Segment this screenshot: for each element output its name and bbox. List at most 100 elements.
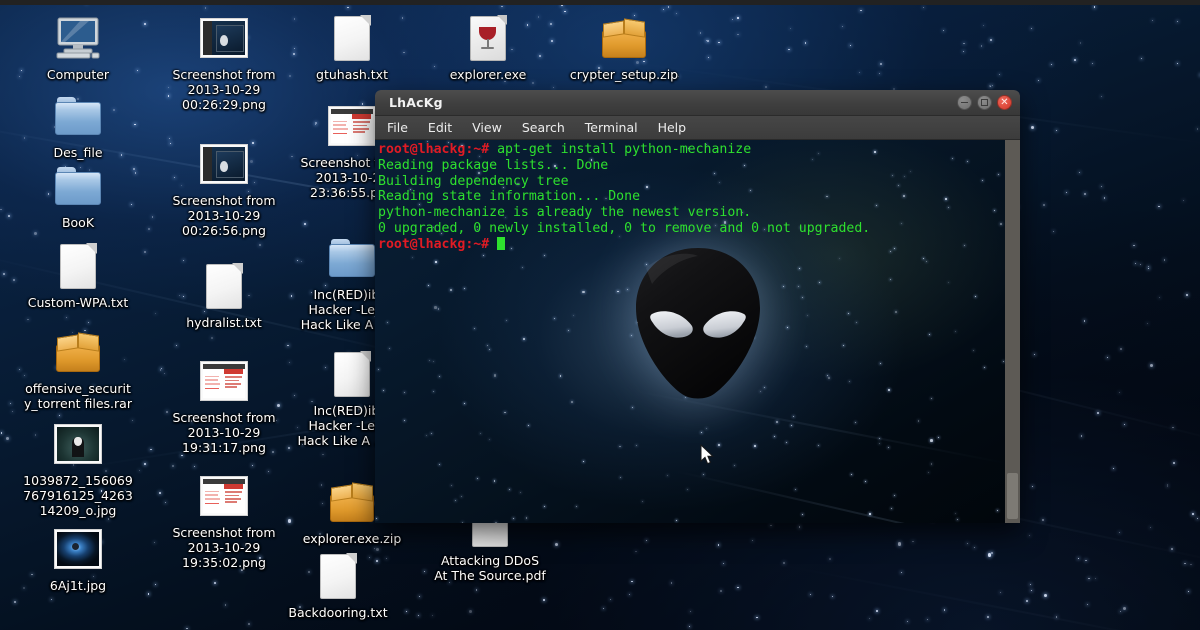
top-panel[interactable] <box>0 0 1200 5</box>
desktop-icon[interactable]: Screenshot from 2013-10-29 00:26:29.png <box>168 14 280 112</box>
desktop-icon-label: hydralist.txt <box>186 315 262 330</box>
desktop-icon[interactable]: Custom-WPA.txt <box>22 242 134 310</box>
desktop-icon-label: offensive_security_torrent files.rar <box>22 381 134 411</box>
desktop[interactable]: Computer Des_file BooK Custom-WPA.txt offens… <box>0 0 1200 630</box>
desktop-icon[interactable]: gtuhash.txt <box>296 14 408 82</box>
image-icon <box>200 140 248 188</box>
document-icon <box>200 262 248 310</box>
window-controls: ✕ <box>957 95 1012 110</box>
desktop-icon-label: Attacking DDoS At The Source.pdf <box>434 553 546 583</box>
desktop-icon-label: Screenshot from 2013-10-29 00:26:29.png <box>168 67 280 112</box>
image-icon <box>328 102 376 150</box>
image-thumbnail-icon <box>200 476 248 516</box>
window-titlebar[interactable]: LhAcKg ✕ <box>375 90 1020 116</box>
document-icon <box>334 16 370 61</box>
terminal-prompt-path: :~# <box>465 142 497 157</box>
computer-icon <box>54 14 102 62</box>
desktop-icon[interactable]: 1039872_156069767916125_426314209_o.jpg <box>22 420 134 518</box>
maximize-icon[interactable] <box>977 95 992 110</box>
archive-icon <box>330 482 374 522</box>
desktop-icon-label: Screenshot from 2013-10-29 19:35:02.png <box>168 525 280 570</box>
menu-item-edit[interactable]: Edit <box>426 118 454 137</box>
folder-icon <box>54 162 102 210</box>
document-icon <box>54 242 102 290</box>
menu-item-search[interactable]: Search <box>520 118 567 137</box>
desktop-icon[interactable]: explorer.exe <box>432 14 544 82</box>
desktop-icon-label: Screenshot from 2013-10-29 19:31:17.png <box>168 410 280 455</box>
terminal-output-line: 0 upgraded, 0 newly installed, 0 to remo… <box>378 221 870 236</box>
wine-exe-icon <box>470 16 506 61</box>
terminal-window[interactable]: LhAcKg ✕ File Edit View Search Terminal … <box>375 90 1020 523</box>
image-icon <box>54 420 102 468</box>
document-icon <box>328 350 376 398</box>
document-icon <box>314 552 362 600</box>
terminal-output-line: Reading package lists... Done <box>378 158 608 173</box>
wine-exe-icon <box>464 14 512 62</box>
terminal-prompt-path: :~# <box>465 237 497 252</box>
desktop-icon-label: crypter_setup.zip <box>570 67 678 82</box>
archive-icon <box>54 328 102 376</box>
desktop-icon-label: BooK <box>62 215 94 230</box>
archive-icon <box>600 14 648 62</box>
desktop-icon[interactable]: Des_file <box>22 92 134 160</box>
desktop-icon-label: 1039872_156069767916125_426314209_o.jpg <box>22 473 134 518</box>
terminal-prompt: root@lhackg <box>378 237 465 252</box>
desktop-icon[interactable]: Backdooring.txt <box>282 552 394 620</box>
menu-item-help[interactable]: Help <box>656 118 689 137</box>
menu-item-view[interactable]: View <box>470 118 504 137</box>
desktop-icon[interactable]: BooK <box>22 162 134 230</box>
document-icon <box>206 264 242 309</box>
desktop-icon-label: Backdooring.txt <box>288 605 387 620</box>
terminal-scrollbar[interactable] <box>1005 140 1020 523</box>
folder-icon <box>328 234 376 282</box>
image-thumbnail-icon <box>200 144 248 184</box>
desktop-icon[interactable]: crypter_setup.zip <box>568 14 680 82</box>
desktop-icon[interactable]: 6Aj1t.jpg <box>22 525 134 593</box>
terminal-menubar[interactable]: File Edit View Search Terminal Help <box>375 116 1020 140</box>
wallpaper-streak <box>760 560 1200 630</box>
desktop-icon-label: 6Aj1t.jpg <box>50 578 106 593</box>
terminal-output-line: Building dependency tree <box>378 174 569 189</box>
document-icon <box>320 554 356 599</box>
archive-icon <box>56 332 100 372</box>
desktop-icon[interactable]: Screenshot from 2013-10-29 19:31:17.png <box>168 357 280 455</box>
image-thumbnail-icon <box>200 18 248 58</box>
image-icon <box>200 472 248 520</box>
menu-item-terminal[interactable]: Terminal <box>583 118 640 137</box>
document-icon <box>334 352 370 397</box>
desktop-icon[interactable]: Computer <box>22 14 134 82</box>
minimize-icon[interactable] <box>957 95 972 110</box>
desktop-icon[interactable]: offensive_security_torrent files.rar <box>22 328 134 411</box>
archive-icon <box>328 478 376 526</box>
computer-icon <box>55 16 101 60</box>
image-thumbnail-icon <box>54 424 102 464</box>
desktop-icon[interactable]: Screenshot from 2013-10-29 00:26:56.png <box>168 140 280 238</box>
folder-icon <box>54 92 102 140</box>
desktop-icon-label: Computer <box>47 67 109 82</box>
image-icon <box>54 525 102 573</box>
desktop-icon-label: Screenshot from 2013-10-29 00:26:56.png <box>168 193 280 238</box>
desktop-icon-label: explorer.exe.zip <box>303 531 402 546</box>
desktop-icon-label: explorer.exe <box>450 67 527 82</box>
terminal-text: root@lhackg:~# apt-get install python-me… <box>378 142 1004 253</box>
desktop-icon-label: Custom-WPA.txt <box>28 295 129 310</box>
folder-icon <box>55 167 101 205</box>
terminal-output-line: Reading state information... Done <box>378 189 640 204</box>
terminal-output-area[interactable]: root@lhackg:~# apt-get install python-me… <box>375 140 1020 523</box>
image-icon <box>200 357 248 405</box>
folder-icon <box>329 239 375 277</box>
close-icon[interactable]: ✕ <box>997 95 1012 110</box>
image-icon <box>200 14 248 62</box>
terminal-cursor <box>497 237 505 250</box>
terminal-background-streak <box>675 470 1020 523</box>
desktop-icon[interactable]: hydralist.txt <box>168 262 280 330</box>
desktop-icon[interactable]: Screenshot from 2013-10-29 19:35:02.png <box>168 472 280 570</box>
folder-icon <box>55 97 101 135</box>
scrollbar-thumb[interactable] <box>1007 473 1018 519</box>
image-thumbnail-icon <box>200 361 248 401</box>
desktop-icon-label: Des_file <box>53 145 102 160</box>
image-thumbnail-icon <box>328 106 376 146</box>
desktop-icon-label: gtuhash.txt <box>316 67 388 82</box>
terminal-output-line: python-mechanize is already the newest v… <box>378 205 751 220</box>
menu-item-file[interactable]: File <box>385 118 410 137</box>
